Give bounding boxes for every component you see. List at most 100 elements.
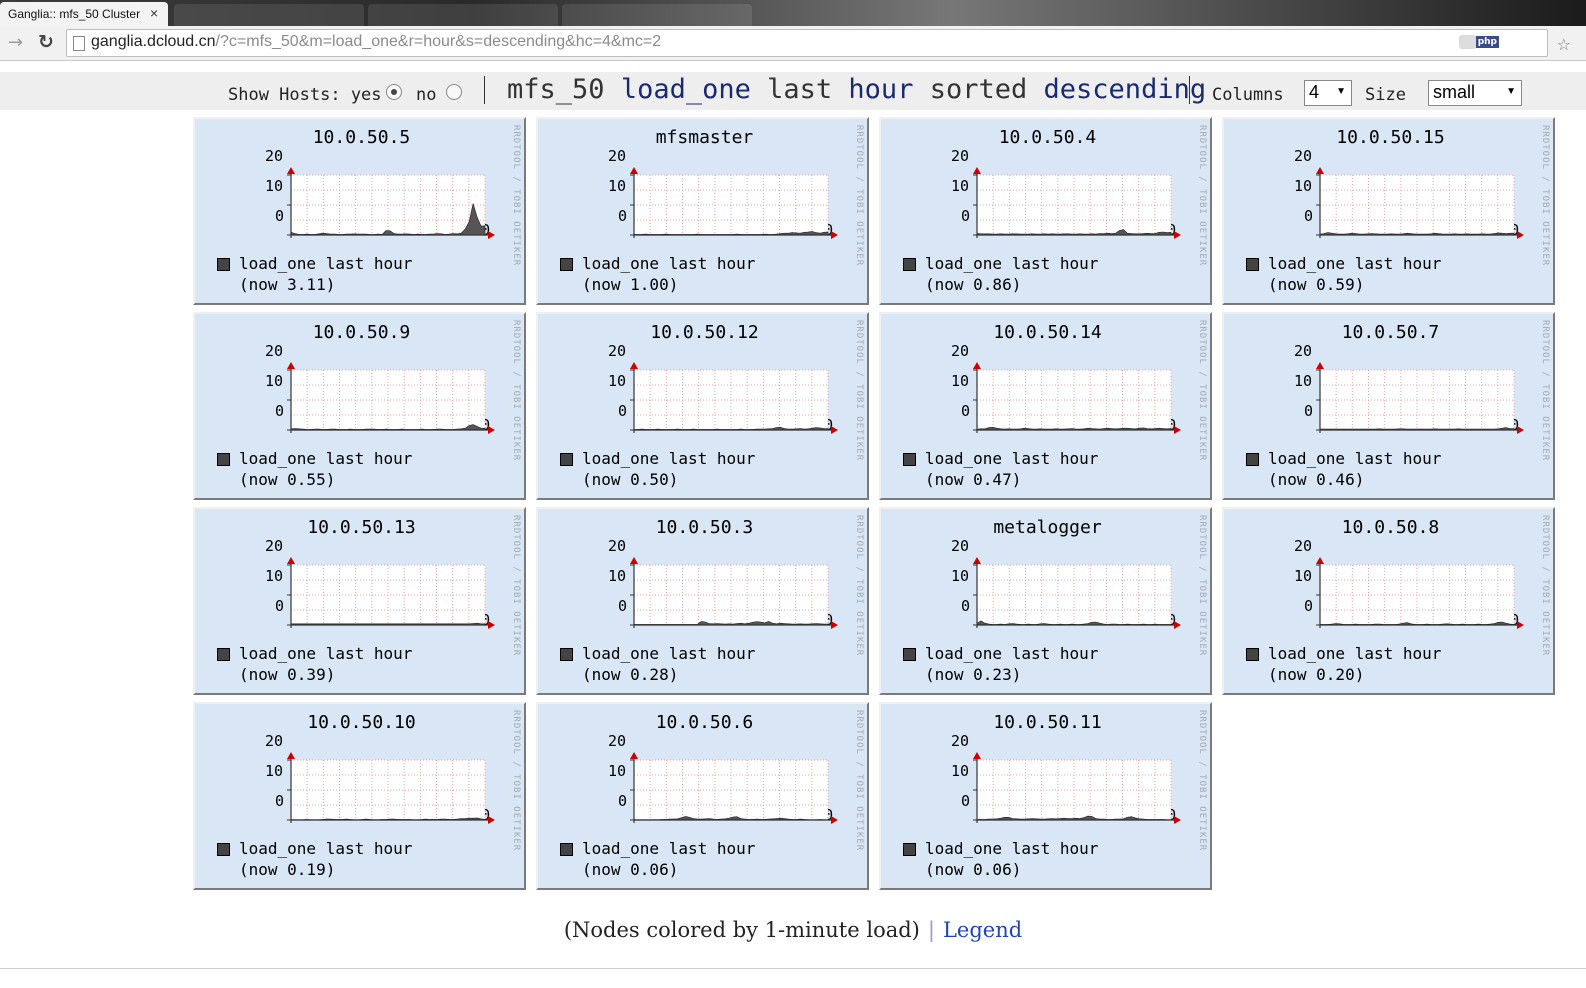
x-axis-arrow-icon bbox=[488, 426, 495, 434]
size-label: Size bbox=[1365, 85, 1406, 105]
show-hosts-no-label: no bbox=[416, 85, 437, 105]
size-value: small bbox=[1433, 82, 1476, 102]
host-name: 10.0.50.12 bbox=[650, 322, 759, 343]
tab-title: Ganglia:: mfs_50 Cluster bbox=[8, 7, 141, 21]
legend-swatch bbox=[903, 453, 916, 466]
chevron-down-icon: ▼ bbox=[1506, 86, 1516, 97]
rrdtool-watermark: RRDTOOL / TOBI OETIKER bbox=[1197, 125, 1207, 267]
host-graph-cell: 10.0.50.42010023:2023:4000:00load_one la… bbox=[879, 117, 1212, 305]
load-chart bbox=[973, 362, 1181, 434]
host-graph[interactable]: mfsmaster2010023:2023:4000:00load_one la… bbox=[536, 117, 869, 305]
rrdtool-watermark: RRDTOOL / TOBI OETIKER bbox=[854, 320, 864, 462]
host-name: 10.0.50.7 bbox=[1341, 322, 1440, 343]
legend-label: load_one last hour bbox=[239, 254, 413, 273]
x-axis-arrow-icon bbox=[1174, 816, 1181, 824]
host-graph[interactable]: 10.0.50.62010023:2023:4000:00load_one la… bbox=[536, 702, 869, 890]
y-axis-arrow-icon bbox=[973, 557, 981, 564]
y-axis-arrow-icon bbox=[973, 752, 981, 759]
legend-label: load_one last hour bbox=[1268, 449, 1442, 468]
legend-swatch bbox=[560, 648, 573, 661]
host-graph[interactable]: 10.0.50.132010023:2023:4000:00load_one l… bbox=[193, 507, 526, 695]
host-graph[interactable]: 10.0.50.32010023:2023:4000:00load_one la… bbox=[536, 507, 869, 695]
host-name: metalogger bbox=[993, 517, 1102, 538]
host-graph-cell: 10.0.50.72010023:2023:4000:00load_one la… bbox=[1222, 312, 1555, 500]
host-graph[interactable]: 10.0.50.72010023:2023:4000:00load_one la… bbox=[1222, 312, 1555, 500]
current-value: (now 0.20) bbox=[1268, 665, 1365, 684]
close-tab-icon[interactable]: × bbox=[150, 5, 158, 21]
load-chart bbox=[973, 167, 1181, 239]
legend-label: load_one last hour bbox=[1268, 254, 1442, 273]
load-chart bbox=[287, 362, 495, 434]
legend-label: load_one last hour bbox=[239, 449, 413, 468]
current-value: (now 0.28) bbox=[582, 665, 679, 684]
host-graph[interactable]: 10.0.50.112010023:2023:4000:00load_one l… bbox=[879, 702, 1212, 890]
host-graph[interactable]: 10.0.50.82010023:2023:4000:00load_one la… bbox=[1222, 507, 1555, 695]
y-axis-arrow-icon bbox=[973, 167, 981, 174]
host-graph-cell: 10.0.50.152010023:2023:4000:00load_one l… bbox=[1222, 117, 1555, 305]
legend-link[interactable]: Legend bbox=[943, 918, 1022, 942]
host-graph-cell: 10.0.50.62010023:2023:4000:00load_one la… bbox=[536, 702, 869, 890]
rrdtool-watermark: RRDTOOL / TOBI OETIKER bbox=[854, 515, 864, 657]
address-bar[interactable]: ganglia.dcloud.cn/?c=mfs_50&m=load_one&r… bbox=[66, 29, 1571, 57]
current-value: (now 0.86) bbox=[925, 275, 1022, 294]
host-name: 10.0.50.15 bbox=[1336, 127, 1445, 148]
load-chart bbox=[630, 752, 838, 824]
url-host: ganglia.dcloud.cn bbox=[91, 33, 216, 50]
x-axis-arrow-icon bbox=[1174, 426, 1181, 434]
host-graph-cell: 10.0.50.112010023:2023:4000:00load_one l… bbox=[879, 702, 1212, 890]
rrdtool-watermark: RRDTOOL / TOBI OETIKER bbox=[511, 125, 521, 267]
browser-tab-inactive[interactable] bbox=[174, 4, 364, 26]
columns-select[interactable]: 4 ▼ bbox=[1304, 80, 1352, 106]
x-axis-arrow-icon bbox=[1517, 426, 1524, 434]
host-graph[interactable]: 10.0.50.52010023:2023:4000:00load_one la… bbox=[193, 117, 526, 305]
host-graph[interactable]: 10.0.50.42010023:2023:4000:00load_one la… bbox=[879, 117, 1212, 305]
host-name: 10.0.50.5 bbox=[312, 127, 411, 148]
host-graph-cell: 10.0.50.52010023:2023:4000:00load_one la… bbox=[193, 117, 526, 305]
bookmark-star-icon[interactable]: ☆ bbox=[1557, 35, 1571, 54]
back-arrow-icon[interactable]: → bbox=[8, 32, 23, 53]
host-name: 10.0.50.11 bbox=[993, 712, 1102, 733]
show-hosts-yes-radio[interactable] bbox=[386, 84, 402, 100]
rrdtool-watermark: RRDTOOL / TOBI OETIKER bbox=[854, 125, 864, 267]
y-axis-arrow-icon bbox=[1316, 557, 1324, 564]
current-value: (now 0.23) bbox=[925, 665, 1022, 684]
size-select[interactable]: small ▼ bbox=[1428, 80, 1522, 106]
title-range: hour bbox=[848, 74, 914, 105]
reload-icon[interactable]: ↻ bbox=[38, 31, 54, 53]
host-name: 10.0.50.14 bbox=[993, 322, 1102, 343]
x-axis-arrow-icon bbox=[831, 816, 838, 824]
legend-swatch bbox=[217, 648, 230, 661]
rrdtool-watermark: RRDTOOL / TOBI OETIKER bbox=[1197, 710, 1207, 852]
host-graph[interactable]: 10.0.50.122010023:2023:4000:00load_one l… bbox=[536, 312, 869, 500]
rrdtool-watermark: RRDTOOL / TOBI OETIKER bbox=[1197, 320, 1207, 462]
x-axis-arrow-icon bbox=[831, 621, 838, 629]
host-graph[interactable]: 10.0.50.152010023:2023:4000:00load_one l… bbox=[1222, 117, 1555, 305]
current-value: (now 0.50) bbox=[582, 470, 679, 489]
y-axis-arrow-icon bbox=[630, 362, 638, 369]
title-metric: load_one bbox=[620, 74, 751, 105]
load-chart bbox=[630, 362, 838, 434]
browser-tab-inactive[interactable] bbox=[368, 4, 558, 26]
page-icon bbox=[73, 36, 85, 51]
rrdtool-watermark: RRDTOOL / TOBI OETIKER bbox=[511, 515, 521, 657]
host-graph[interactable]: 10.0.50.102010023:2023:4000:00load_one l… bbox=[193, 702, 526, 890]
host-graph[interactable]: 10.0.50.92010023:2023:4000:00load_one la… bbox=[193, 312, 526, 500]
browser-tab-inactive[interactable] bbox=[562, 4, 752, 26]
legend-label: load_one last hour bbox=[239, 839, 413, 858]
browser-toolbar: → ↻ ganglia.dcloud.cn/?c=mfs_50&m=load_o… bbox=[0, 26, 1586, 61]
load-chart bbox=[973, 752, 1181, 824]
show-hosts-no-radio[interactable] bbox=[446, 84, 462, 100]
browser-tab-active[interactable]: Ganglia:: mfs_50 Cluster × bbox=[0, 2, 168, 26]
load-chart bbox=[287, 557, 495, 629]
host-graph[interactable]: 10.0.50.142010023:2023:4000:00load_one l… bbox=[879, 312, 1212, 500]
divider bbox=[484, 76, 485, 104]
host-name: 10.0.50.6 bbox=[655, 712, 754, 733]
legend-label: load_one last hour bbox=[925, 839, 1099, 858]
legend-label: load_one last hour bbox=[582, 644, 756, 663]
title-order: descending bbox=[1043, 74, 1207, 105]
host-graph[interactable]: metalogger2010023:2023:4000:00load_one l… bbox=[879, 507, 1212, 695]
php-extension-icon[interactable]: php bbox=[1475, 36, 1499, 48]
extension-icon[interactable] bbox=[1459, 35, 1477, 49]
footer-separator: | bbox=[927, 918, 935, 942]
y-axis-arrow-icon bbox=[973, 362, 981, 369]
